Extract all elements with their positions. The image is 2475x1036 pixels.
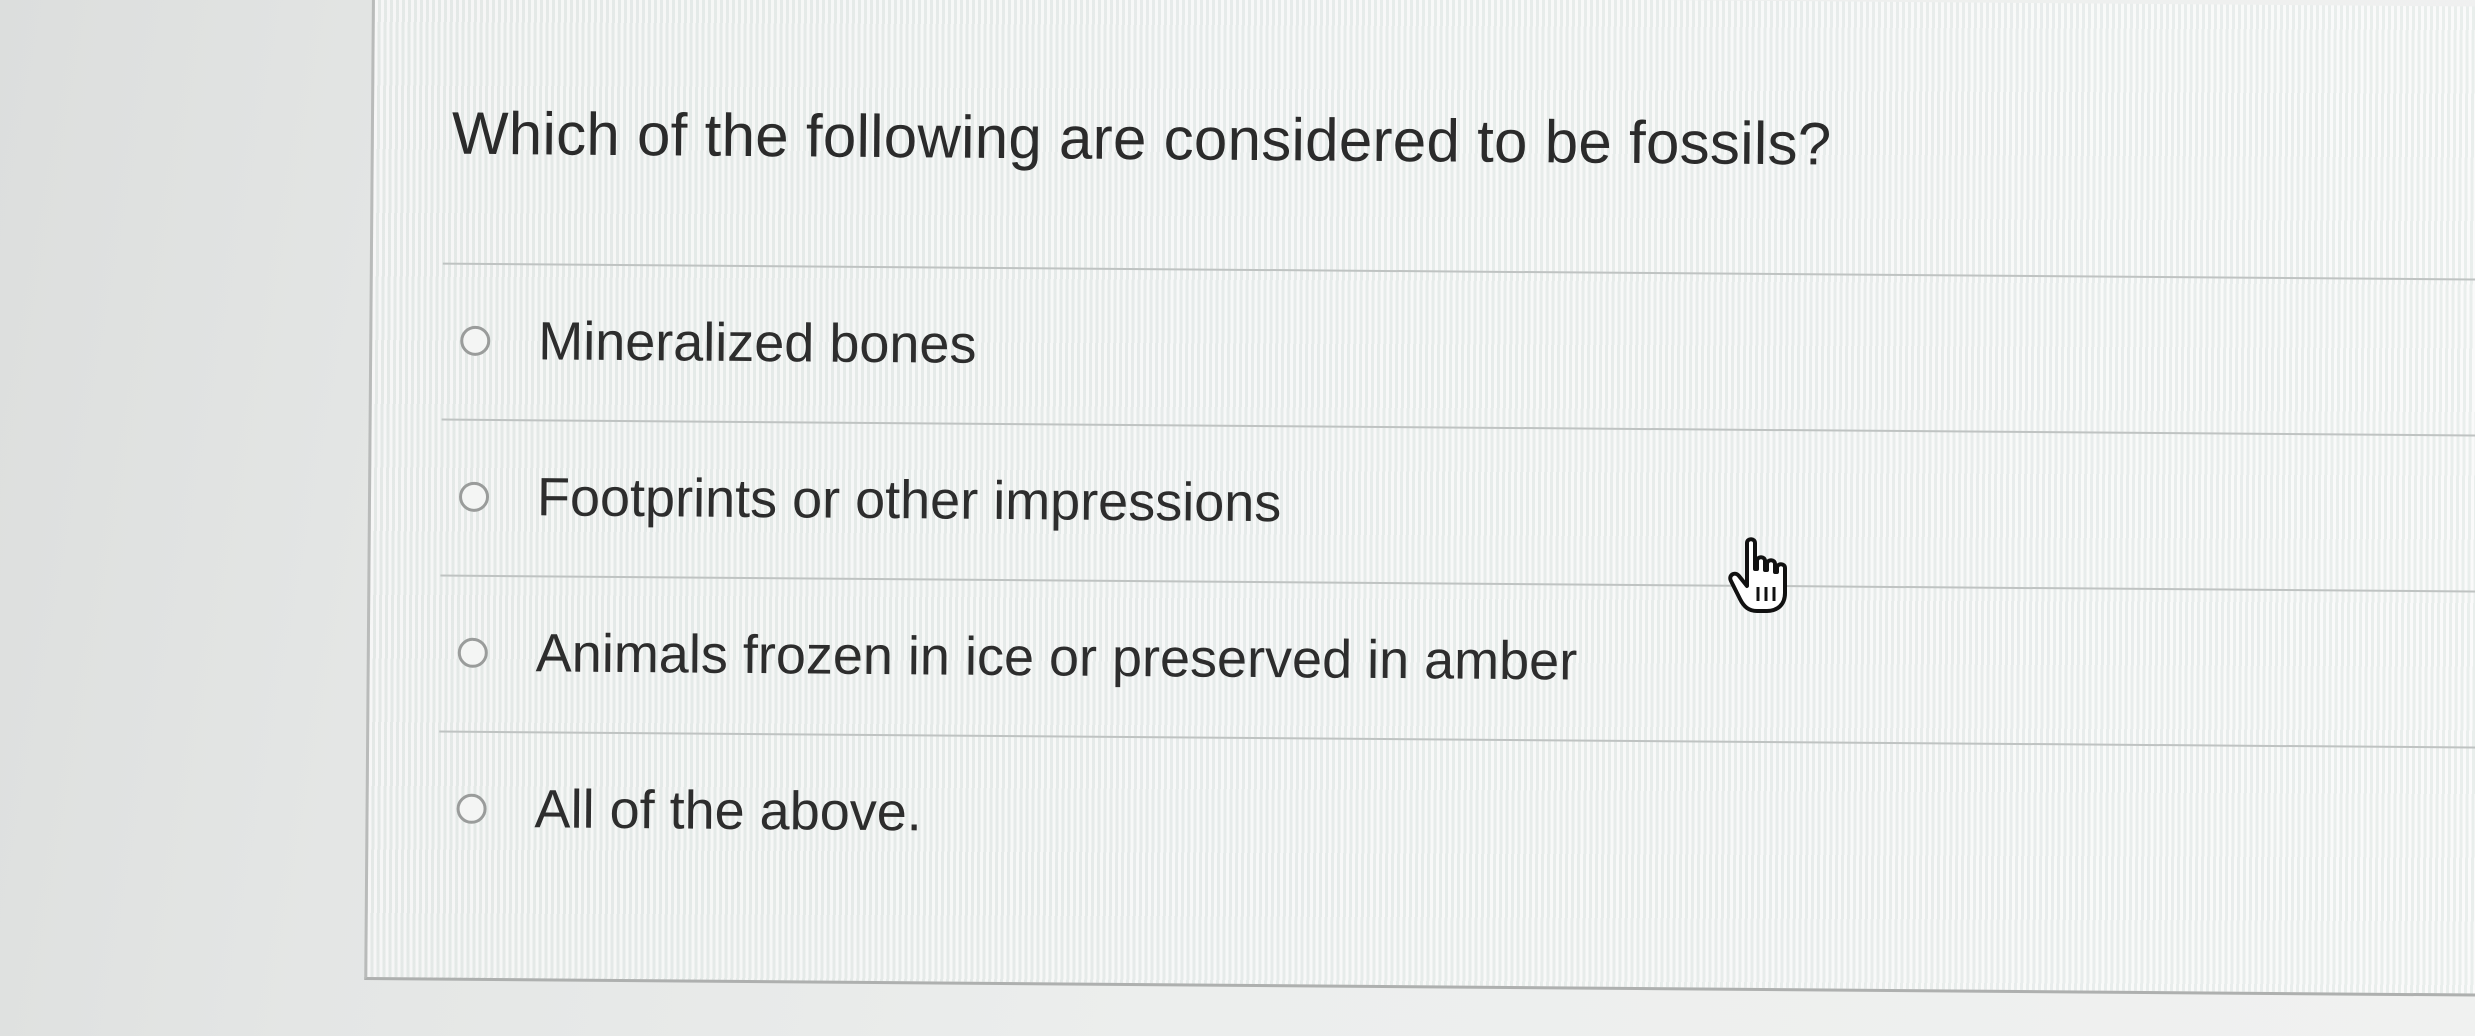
option-label: Mineralized bones: [538, 311, 977, 375]
divider: [441, 418, 2475, 437]
radio-button[interactable]: [458, 481, 490, 512]
divider: [440, 574, 2475, 593]
radio-button[interactable]: [456, 793, 487, 824]
option-all-of-the-above[interactable]: All of the above.: [456, 769, 922, 853]
option-footprints[interactable]: Footprints or other impressions: [458, 457, 1282, 543]
option-mineralized-bones[interactable]: Mineralized bones: [460, 301, 977, 385]
option-label: Footprints or other impressions: [536, 467, 1282, 534]
question-card: Which of the following are considered to…: [364, 0, 2475, 997]
divider: [439, 730, 2475, 749]
option-label: All of the above.: [534, 779, 923, 843]
option-label: Animals frozen in ice or preserved in am…: [535, 623, 1578, 692]
option-frozen-amber[interactable]: Animals frozen in ice or preserved in am…: [457, 613, 1577, 702]
hand-pointer-icon: [1725, 535, 1795, 615]
question-text: Which of the following are considered to…: [451, 99, 1832, 178]
radio-button[interactable]: [460, 325, 491, 356]
divider: [442, 262, 2475, 281]
radio-button[interactable]: [457, 637, 488, 668]
